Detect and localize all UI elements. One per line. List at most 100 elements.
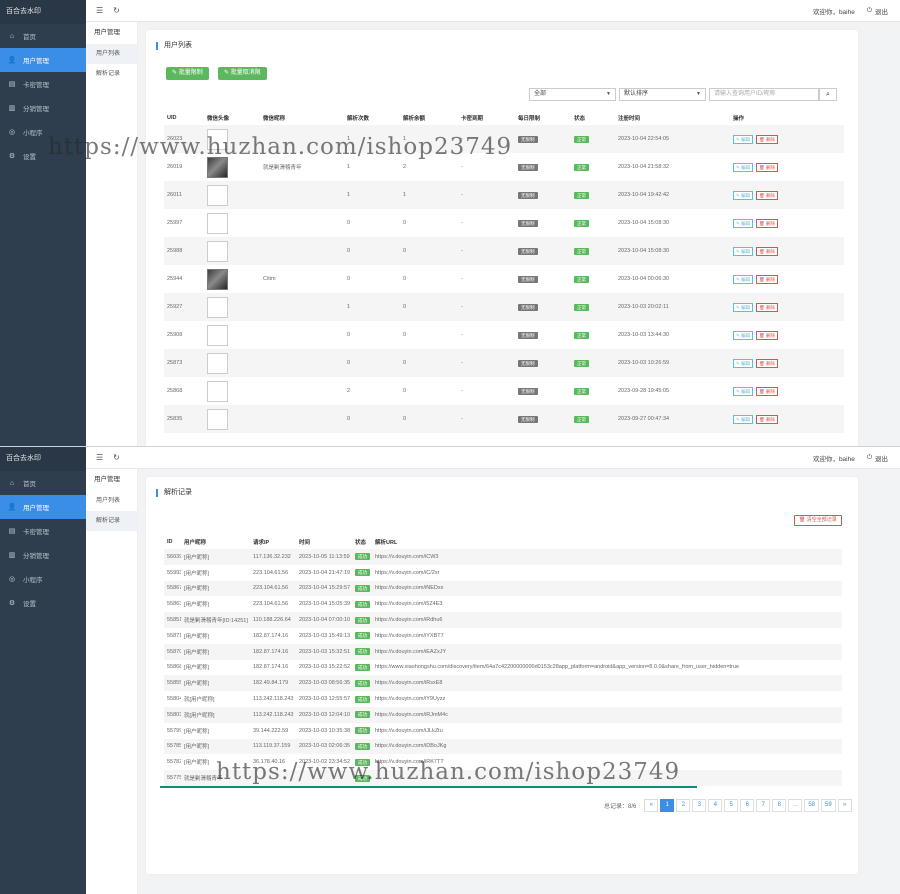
page-button-7[interactable]: 7: [756, 799, 771, 812]
delete-button[interactable]: 🗑 删除: [756, 134, 778, 144]
next-page-button[interactable]: »: [837, 799, 852, 812]
batch-unlimit-button[interactable]: ✎ 批量取消限: [218, 67, 267, 80]
page-button-58[interactable]: 58: [804, 799, 820, 812]
edit-button[interactable]: ✎ 编辑: [733, 134, 754, 144]
subnav-item-user-list[interactable]: 用户列表: [86, 491, 137, 511]
time-cell: 2023-10-04 21:47:19: [299, 569, 351, 576]
user-nickname-cell: [用户昵称]: [181, 738, 250, 755]
status-badge: 成功: [355, 695, 370, 703]
edit-button[interactable]: ✎ 编辑: [733, 302, 754, 312]
clear-all-records-button[interactable]: 🗑 清空全部记录: [794, 515, 842, 526]
avatar-cell: [204, 181, 260, 209]
status-badge: 正常: [574, 247, 589, 255]
actions-cell: ✎ 编辑 🗑 删除: [730, 349, 844, 377]
table-row: 55851 就是剿滑稽青年[ID:14251] 110.188.226.64 2023…: [164, 612, 842, 628]
parse-records-screen: 百合去水印 ⌂ 首页 👤 用户管理 ▤ 卡密管理 ▥ 分销管理 ◎ 小程序 ⚙ 设置 ☰ ↻ 欢迎你，…: [0, 446, 900, 894]
time-cell: 2023-10-03 15:32:51: [296, 643, 352, 660]
status-cell: 正常: [571, 125, 615, 153]
batch-limit-button[interactable]: ✎ 批量限制: [166, 67, 209, 80]
count-cell: 0: [344, 237, 400, 265]
edit-button[interactable]: ✎ 编辑: [733, 246, 754, 256]
prev-page-button[interactable]: «: [644, 799, 659, 812]
sidebar-item-label: 小程序: [23, 130, 43, 137]
page-button-59[interactable]: 59: [821, 799, 836, 812]
delete-button[interactable]: 🗑 删除: [756, 190, 778, 200]
edit-button[interactable]: ✎ 编辑: [733, 386, 754, 396]
record-id-cell: 55868: [167, 664, 181, 671]
delete-button[interactable]: 🗑 删除: [756, 162, 778, 172]
count-cell: 1: [344, 293, 400, 321]
delete-button[interactable]: 🗑 删除: [756, 386, 778, 396]
table-row: 55804 就[用户昵称] 113.242.118.243 2023-10-03 12…: [164, 691, 842, 707]
sidebar-item-4[interactable]: ◎ 小程序: [0, 120, 86, 144]
refresh-icon[interactable]: ↻: [113, 453, 120, 462]
page-button-2[interactable]: 2: [676, 799, 691, 812]
delete-button[interactable]: 🗑 删除: [756, 218, 778, 228]
delete-button[interactable]: 🗑 删除: [756, 414, 778, 424]
search-input[interactable]: 请输入查询用户ID/昵称: [709, 88, 819, 101]
refresh-icon[interactable]: ↻: [113, 6, 120, 15]
subnav-item-parse-records[interactable]: 解析记录: [86, 64, 137, 84]
page-button-5[interactable]: 5: [724, 799, 739, 812]
limit-badge: 无限制: [518, 331, 538, 339]
edit-button[interactable]: ✎ 编辑: [733, 190, 754, 200]
sidebar-item-0[interactable]: ⌂ 首页: [0, 24, 86, 48]
sidebar-item-1[interactable]: 👤 用户管理: [0, 495, 86, 519]
table-row: 26011 1 1- 无限制 正常 2023-10-04 19:42:42 ✎ 编辑 🗑 删除: [164, 181, 844, 209]
page-button-8[interactable]: 8: [772, 799, 787, 812]
page-button-3[interactable]: 3: [692, 799, 707, 812]
table-row: 25927 1 0- 无限制 正常 2023-10-03 20:02:11 ✎ 编辑 🗑 删除: [164, 293, 844, 321]
edit-button[interactable]: ✎ 编辑: [733, 414, 754, 424]
limit-cell: 无限制: [515, 405, 571, 433]
register-time-cell: 2023-10-03 10:26:59: [615, 349, 730, 377]
sidebar-item-2[interactable]: ▤ 卡密管理: [0, 72, 86, 96]
delete-label: 删除: [766, 192, 775, 198]
sidebar-item-4[interactable]: ◎ 小程序: [0, 567, 86, 591]
delete-label: 删除: [766, 304, 775, 310]
request-ip-cell: 39.144.222.59: [253, 727, 289, 734]
parse-url-cell: https://v.douyin.com/iYXBT7: [375, 632, 444, 639]
sidebar-item-3[interactable]: ▥ 分销管理: [0, 543, 86, 567]
subnav-item-user-list[interactable]: 用户列表: [86, 44, 137, 64]
avatar: [207, 156, 228, 178]
edit-button[interactable]: ✎ 编辑: [733, 218, 754, 228]
page-button-6[interactable]: 6: [740, 799, 755, 812]
sidebar-item-5[interactable]: ⚙ 设置: [0, 144, 86, 168]
subnav-item-parse-records[interactable]: 解析记录: [86, 511, 137, 531]
delete-label: 删除: [766, 388, 775, 394]
edit-button[interactable]: ✎ 编辑: [733, 330, 754, 340]
time-cell: 2023-10-02 23:34:52: [299, 759, 351, 766]
register-time-cell: 2023-09-27 00:47:34: [615, 405, 730, 433]
edit-button[interactable]: ✎ 编辑: [733, 274, 754, 284]
delete-button[interactable]: 🗑 删除: [756, 330, 778, 340]
sidebar-item-2[interactable]: ▤ 卡密管理: [0, 519, 86, 543]
status-select[interactable]: 全部 ▼: [529, 88, 616, 101]
table-row: 25908 0 0- 无限制 正常 2023-10-03 13:44:30 ✎ 编辑 🗑 删除: [164, 321, 844, 349]
menu-toggle-icon[interactable]: ☰: [96, 453, 103, 462]
trash-icon: 🗑: [759, 192, 766, 198]
edit-button[interactable]: ✎ 编辑: [733, 162, 754, 172]
logout-button[interactable]: ⏻ 退出: [867, 453, 888, 463]
request-ip-cell: 182.49.84.179: [250, 675, 296, 692]
column-header: 注册时间: [618, 115, 641, 122]
sidebar-item-5[interactable]: ⚙ 设置: [0, 591, 86, 615]
search-button[interactable]: ⌕: [819, 88, 837, 101]
sidebar-item-0[interactable]: ⌂ 首页: [0, 471, 86, 495]
menu-toggle-icon[interactable]: ☰: [96, 6, 103, 15]
table-row: 25868 2 0- 无限制 正常 2023-09-28 19:45:05 ✎ 编辑 🗑 删除: [164, 377, 844, 405]
edit-button[interactable]: ✎ 编辑: [733, 358, 754, 368]
delete-button[interactable]: 🗑 删除: [756, 274, 778, 284]
page-button-1[interactable]: 1: [660, 799, 675, 812]
logout-button[interactable]: ⏻ 退出: [867, 6, 888, 16]
nickname-cell: [260, 209, 344, 237]
balance-cell: 0: [400, 405, 458, 433]
delete-button[interactable]: 🗑 删除: [756, 302, 778, 312]
sort-select[interactable]: 默认排序 ▼: [619, 88, 706, 101]
status-badge: 成功: [355, 758, 370, 766]
delete-button[interactable]: 🗑 删除: [756, 358, 778, 368]
sidebar-item-3[interactable]: ▥ 分销管理: [0, 96, 86, 120]
sidebar-item-1[interactable]: 👤 用户管理: [0, 48, 86, 72]
delete-button[interactable]: 🗑 删除: [756, 246, 778, 256]
card-expire-cell: -: [458, 405, 515, 433]
page-button-4[interactable]: 4: [708, 799, 723, 812]
